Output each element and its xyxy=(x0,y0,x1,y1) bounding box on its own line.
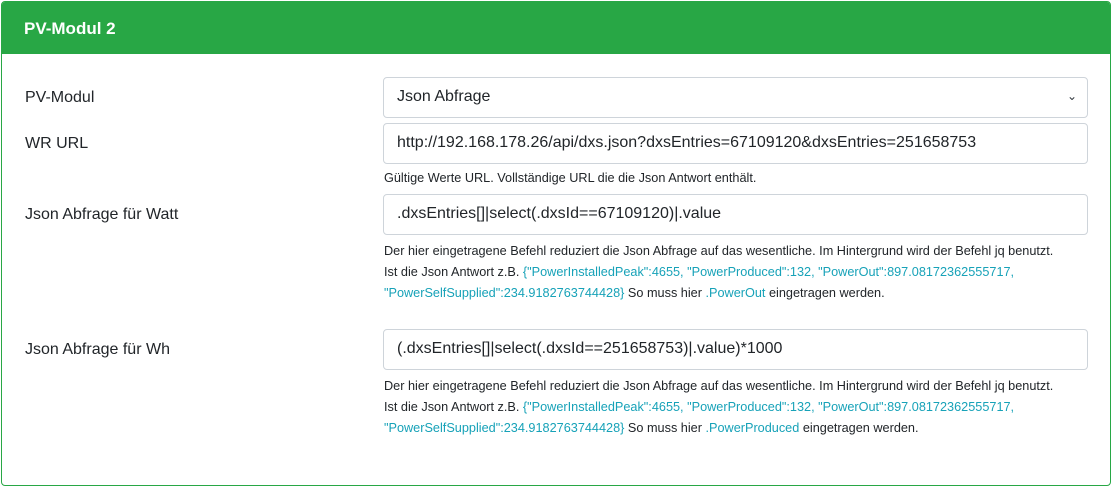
help-suffix: eingetragen werden. xyxy=(799,421,919,435)
pv-modul-label: PV-Modul xyxy=(25,89,95,106)
json-wh-help-example: Ist die Json Antwort z.B. {"PowerInstall… xyxy=(384,397,1084,439)
json-watt-help-text: Der hier eingetragene Befehl reduziert d… xyxy=(384,244,1054,258)
pv-modul-select-value: Json Abfrage xyxy=(397,88,491,105)
wr-url-help: Gültige Werte URL. Vollständige URL die … xyxy=(384,171,757,185)
json-watt-label: Json Abfrage für Watt xyxy=(25,206,179,223)
json-watt-input[interactable]: .dxsEntries[]|select(.dxsId==67109120)|.… xyxy=(383,194,1088,235)
help-mid: So muss hier xyxy=(624,286,706,300)
wr-url-label: WR URL xyxy=(25,135,89,152)
json-wh-help: Der hier eingetragene Befehl reduziert d… xyxy=(384,376,1084,439)
help-suffix: eingetragen werden. xyxy=(765,286,885,300)
help-prefix: Ist die Json Antwort z.B. xyxy=(384,400,523,414)
json-watt-help: Der hier eingetragene Befehl reduziert d… xyxy=(384,241,1084,304)
example-key: .PowerProduced xyxy=(705,421,800,435)
json-watt-help-example: Ist die Json Antwort z.B. {"PowerInstall… xyxy=(384,262,1084,304)
wr-url-input[interactable]: http://192.168.178.26/api/dxs.json?dxsEn… xyxy=(383,123,1088,164)
pv-modul-select[interactable]: Json Abfrage ⌄ xyxy=(383,77,1088,118)
help-prefix: Ist die Json Antwort z.B. xyxy=(384,265,523,279)
json-wh-input[interactable]: (.dxsEntries[]|select(.dxsId==251658753)… xyxy=(383,329,1088,370)
card-title: PV-Modul 2 xyxy=(2,2,1110,54)
help-mid: So muss hier xyxy=(624,421,706,435)
pv-modul-card: PV-Modul 2 PV-Modul Json Abfrage ⌄ WR UR… xyxy=(1,1,1111,486)
json-wh-label: Json Abfrage für Wh xyxy=(25,341,170,358)
example-key: .PowerOut xyxy=(705,286,766,300)
chevron-down-icon: ⌄ xyxy=(1066,89,1077,103)
json-wh-help-text: Der hier eingetragene Befehl reduziert d… xyxy=(384,379,1054,393)
